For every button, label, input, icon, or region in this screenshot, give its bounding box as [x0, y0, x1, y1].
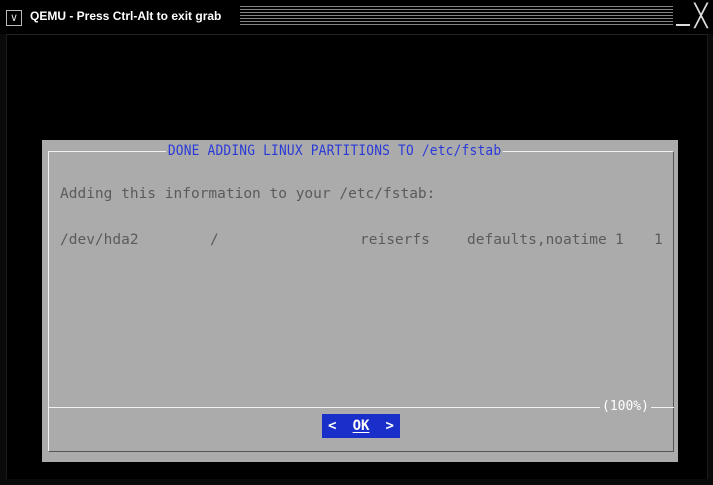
window-titlebar[interactable]: ∨ QEMU - Press Ctrl-Alt to exit grab ╳: [0, 0, 713, 35]
minimize-icon[interactable]: [674, 4, 692, 30]
fstab-dump: 1: [615, 232, 624, 248]
window-frame-right: [707, 34, 713, 485]
fstab-device: /dev/hda2: [60, 232, 139, 248]
titlebar-stripes: [240, 6, 673, 26]
ok-left-arrow: <: [328, 418, 337, 434]
window-title: QEMU - Press Ctrl-Alt to exit grab: [30, 9, 228, 23]
scroll-percent: (100%): [600, 399, 651, 414]
dialog-message: Adding this information to your /etc/fst…: [60, 186, 436, 202]
dialog-title: DONE ADDING LINUX PARTITIONS TO /etc/fst…: [166, 143, 504, 159]
chevron-down-icon[interactable]: ∨: [6, 10, 22, 26]
window-frame-left: [0, 34, 7, 485]
ok-button-label: OK: [352, 418, 370, 434]
ok-right-arrow: >: [385, 418, 394, 434]
fstab-pass: 1: [654, 232, 663, 248]
close-icon[interactable]: ╳: [692, 4, 710, 30]
fstab-mount-point: /: [210, 232, 219, 248]
dialog-shadow: [678, 148, 686, 470]
dialog-divider: [48, 407, 674, 408]
window-frame-bottom: [0, 479, 713, 485]
fstab-options: defaults,noatime: [467, 232, 607, 248]
fstab-fs-type: reiserfs: [360, 232, 430, 248]
ok-button[interactable]: < OK >: [322, 414, 400, 438]
